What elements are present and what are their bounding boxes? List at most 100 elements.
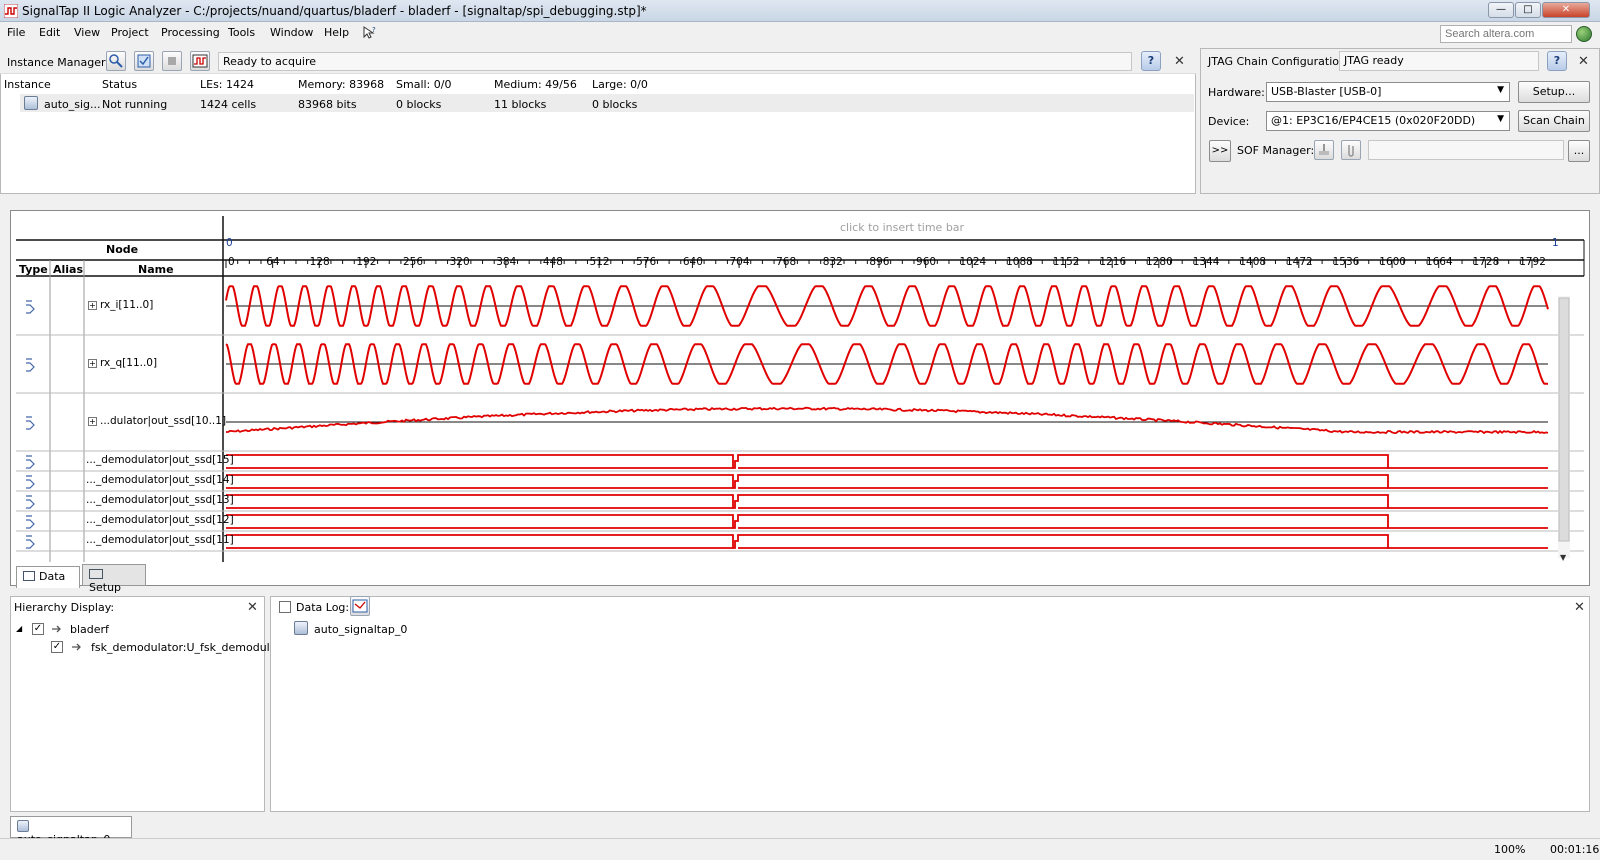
entity-icon [72,643,81,651]
hierarchy-label: Hierarchy Display: [14,601,115,614]
signal-name: rx_i[11..0] [100,299,154,311]
tick-label: 256 [402,256,424,268]
autorun-analysis-button[interactable] [106,51,126,71]
wire-icon [26,515,35,529]
tree-item-bladerf[interactable]: bladerf [70,623,109,636]
sof-manager-label: SOF Manager: [1237,144,1315,157]
read-data-icon [192,54,208,68]
signaltap-app-icon [4,4,18,18]
tab-data-label: Data [39,570,66,583]
row-grid-lines [16,334,1584,552]
data-log-panel [270,596,1590,812]
signal-name: ..._demodulator|out_ssd[13] [86,494,234,506]
search-input[interactable] [1440,25,1572,43]
expand-sof-button[interactable]: >> [1209,140,1231,162]
col-small: Small: 0/0 [396,78,452,91]
run-analysis-button[interactable] [134,51,154,71]
jtag-help-button[interactable]: ? [1547,51,1567,71]
scroll-down-icon[interactable]: ▼ [1560,553,1567,562]
menu-processing[interactable]: Processing [161,26,220,39]
tick-label: 128 [309,256,330,268]
signal-waves [225,285,1549,549]
hardware-setup-button[interactable]: Setup... [1518,81,1590,103]
instance-tab-icon [17,820,29,832]
hardware-select[interactable]: USB-Blaster [USB-0] ▼ [1266,82,1510,102]
scrollbar-thumb[interactable] [1558,297,1570,542]
tick-label: 704 [729,256,750,268]
signal-node-row[interactable]: + rx_i[11..0] [88,299,153,311]
device-select[interactable]: @1: EP3C16/EP4CE15 (0x020F20DD) ▼ [1266,111,1510,131]
tree-expand-icon[interactable]: ◢ [16,624,22,633]
maximize-button[interactable]: □ [1515,2,1541,18]
expand-icon[interactable]: + [88,301,97,310]
log-item-auto-signaltap[interactable]: auto_signaltap_0 [314,623,407,636]
signal-node-row[interactable]: + rx_q[11..0] [88,357,157,369]
jtag-status-field: JTAG ready [1339,51,1539,71]
insert-time-bar-hint[interactable]: click to insert time bar [840,221,964,234]
tab-setup[interactable]: Setup [82,564,146,594]
alias-header: Alias [53,263,84,276]
tick-label: 512 [589,256,610,268]
scan-chain-button[interactable]: Scan Chain [1518,110,1590,132]
svg-text:?: ? [372,26,376,34]
bladerf-checkbox[interactable]: ✓ [32,623,44,635]
signal-node-row[interactable]: ..._demodulator|out_ssd[11] [86,534,234,546]
log-icon [352,599,368,613]
tick-label: 1024 [959,256,987,268]
tab-data[interactable]: Data [16,566,80,588]
jtag-close-icon[interactable]: ✕ [1578,54,1589,69]
signal-name: ..._demodulator|out_ssd[11] [86,534,234,546]
signal-node-row[interactable]: ..._demodulator|out_ssd[12] [86,514,234,526]
elapsed-time: 00:01:16 [1550,843,1600,856]
menu-help[interactable]: Help [324,26,349,39]
tick-label: 320 [449,256,470,268]
jtag-label: JTAG Chain Configuration: [1208,55,1350,68]
tree-item-fsk-demodulator[interactable]: fsk_demodulator:U_fsk_demodul... [91,641,280,654]
menu-file[interactable]: File [7,26,25,39]
signal-node-row[interactable]: ..._demodulator|out_ssd[13] [86,494,234,506]
tab-instance[interactable]: auto_signaltap_0 [10,816,132,846]
type-header: Type [19,263,48,276]
sof-browse-button[interactable]: ... [1568,140,1590,162]
stop-analysis-button[interactable] [162,51,182,71]
signal-node-row[interactable]: ..._demodulator|out_ssd[15] [86,454,234,466]
read-data-button[interactable] [190,51,210,71]
tick-label: 768 [776,256,797,268]
globe-icon[interactable] [1576,26,1592,42]
menu-edit[interactable]: Edit [39,26,60,39]
attach-sof-button[interactable] [1341,140,1361,160]
sof-file-field[interactable] [1368,140,1564,160]
whats-this-help-icon[interactable]: ? [362,25,377,40]
signal-node-row[interactable]: + ...dulator|out_ssd[10..1] [88,415,226,427]
expand-icon[interactable]: + [88,417,97,426]
run-icon [137,54,151,68]
instance-memory: 83968 bits [298,98,357,111]
autorun-icon [109,54,123,68]
minimize-button[interactable]: — [1488,2,1514,18]
data-log-checkbox[interactable] [279,601,291,613]
setup-tab-icon [89,569,103,579]
wire-icon [26,535,35,549]
data-log-close-icon[interactable]: ✕ [1574,600,1585,615]
menu-view[interactable]: View [74,26,100,39]
data-log-button[interactable] [350,596,370,616]
menu-tools[interactable]: Tools [228,26,255,39]
tick-label: 1536 [1332,256,1360,268]
signal-name: ..._demodulator|out_ssd[12] [86,514,234,526]
tick-label: 448 [542,256,563,268]
stop-icon [168,57,176,65]
instance-close-icon[interactable]: ✕ [1174,54,1185,69]
tick-label: 1472 [1285,256,1313,268]
signal-node-row[interactable]: ..._demodulator|out_ssd[14] [86,474,234,486]
expand-icon[interactable]: + [88,359,97,368]
program-device-button[interactable] [1314,140,1334,160]
instance-help-button[interactable]: ? [1141,51,1161,71]
fsk-checkbox[interactable]: ✓ [51,641,63,653]
tick-label: 640 [682,256,703,268]
tick-label: 384 [496,256,517,268]
close-window-button[interactable]: ✕ [1542,2,1590,18]
menu-project[interactable]: Project [111,26,149,39]
menu-window[interactable]: Window [270,26,313,39]
hierarchy-close-icon[interactable]: ✕ [247,600,258,615]
signal-name: ...dulator|out_ssd[10..1] [100,415,227,427]
